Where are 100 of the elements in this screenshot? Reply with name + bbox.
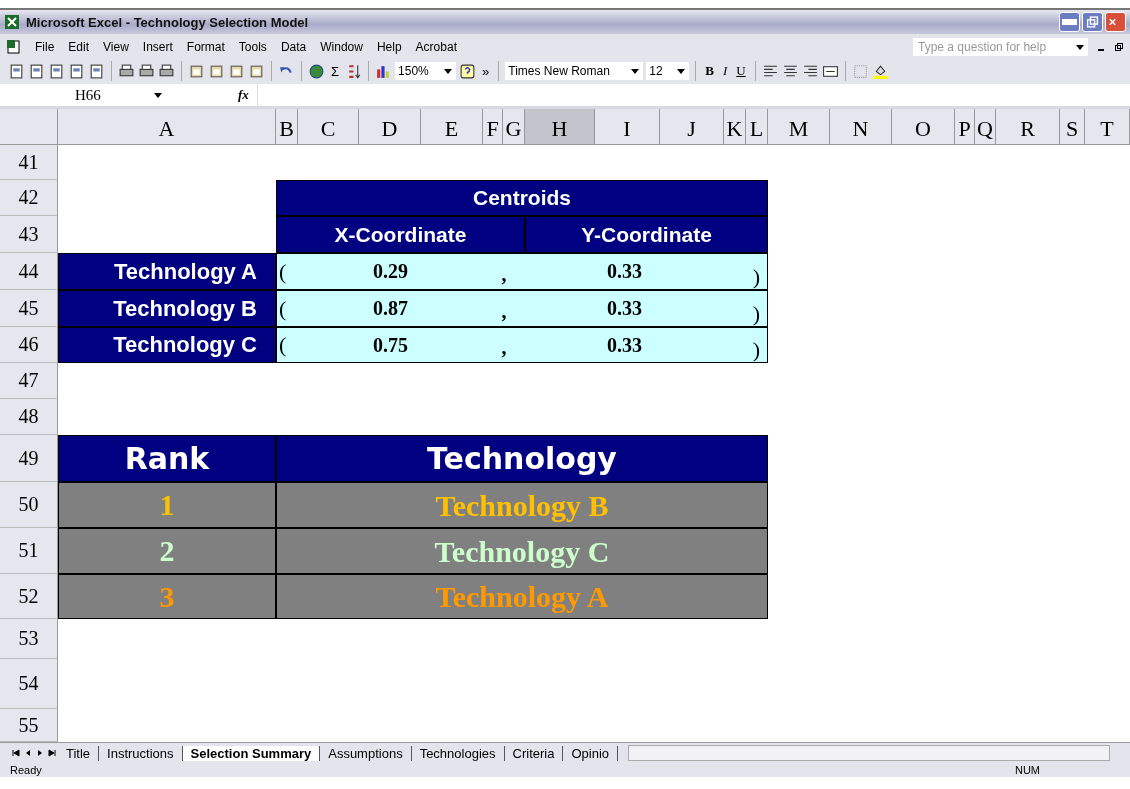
first-sheet-icon[interactable] (12, 749, 20, 757)
minimize-button[interactable] (1059, 12, 1080, 32)
table-header-cell: Rank (58, 435, 276, 482)
table-cell-text: 0.33 (606, 260, 643, 283)
column-header[interactable]: E (421, 109, 483, 145)
row-header[interactable]: 43 (0, 216, 58, 253)
table-cell: Technology A (435, 580, 609, 613)
column-header[interactable]: Q (975, 109, 996, 145)
row-header[interactable]: 44 (0, 253, 58, 290)
table-cell-text: , (500, 263, 508, 287)
row-label-cell: Technology C (58, 327, 276, 363)
table-cell-text: 0.29 (372, 260, 409, 283)
menu-item[interactable]: File (30, 40, 60, 54)
row-header[interactable]: 54 (0, 659, 58, 709)
row-header[interactable]: 55 (0, 709, 58, 742)
menu-item[interactable]: Insert (137, 40, 178, 54)
table-cell-text: , (500, 336, 508, 360)
more-buttons[interactable]: » (479, 63, 493, 79)
menu-item[interactable]: Help (371, 40, 407, 54)
table-cell: Technology B (435, 488, 609, 522)
row-header[interactable]: 41 (0, 145, 58, 180)
row-header[interactable]: 51 (0, 528, 58, 574)
last-sheet-icon[interactable] (48, 749, 56, 757)
menu-item[interactable]: Format (181, 40, 230, 54)
table-cell-text: 0.33 (606, 333, 643, 357)
table-header-cell: Centroids (276, 180, 768, 216)
restore-button[interactable] (1082, 12, 1103, 32)
column-header[interactable]: B (276, 109, 298, 145)
table-cell-text: ) (752, 301, 761, 327)
table-cell-text: 0.75 (372, 333, 409, 357)
horizontal-scrollbar[interactable] (628, 745, 1110, 761)
zoom-dropdown[interactable]: 150% (395, 62, 457, 80)
status-text: Ready (10, 764, 42, 776)
column-header[interactable]: S (1060, 109, 1085, 145)
autosum-button[interactable]: Σ (328, 63, 343, 79)
row-header[interactable]: 50 (0, 482, 58, 528)
next-sheet-icon[interactable] (36, 749, 44, 757)
column-header[interactable]: C (298, 109, 359, 145)
column-header[interactable]: P (955, 109, 975, 145)
column-header[interactable]: T (1085, 109, 1130, 145)
close-button[interactable] (1105, 12, 1126, 32)
table-cell: 3 (58, 574, 276, 619)
menu-item[interactable]: Tools (233, 40, 272, 54)
previous-sheet-icon[interactable] (24, 749, 32, 757)
column-header[interactable]: O (892, 109, 955, 145)
fill-color-icon[interactable] (871, 62, 889, 80)
table-cell-text: ( (278, 295, 287, 322)
table-cell-text: , (500, 300, 508, 324)
menu-item[interactable]: Edit (63, 40, 95, 54)
table-cell: 2 (58, 528, 276, 574)
row-header[interactable]: 48 (0, 399, 58, 435)
row-header[interactable]: 46 (0, 327, 58, 363)
menu-item[interactable]: Data (275, 40, 312, 54)
table-cell-text: ) (752, 264, 761, 290)
column-header[interactable]: A (58, 109, 276, 145)
window-title: Microsoft Excel - Technology Selection Model (26, 14, 309, 30)
column-header[interactable]: N (830, 109, 892, 145)
row-header[interactable]: 53 (0, 619, 58, 659)
table-cell-text: 0.87 (372, 297, 409, 320)
restore-icon[interactable] (1114, 42, 1124, 52)
column-header[interactable]: H (525, 109, 595, 145)
row-header[interactable]: 42 (0, 180, 58, 216)
row-header[interactable]: 47 (0, 363, 58, 399)
row-header[interactable]: 45 (0, 290, 58, 327)
row-label-cell: Technology A (58, 253, 276, 290)
table-cell-text: ( (278, 258, 287, 285)
caret-icon (631, 68, 640, 74)
column-header[interactable]: R (996, 109, 1060, 145)
new-document-icon[interactable] (8, 62, 25, 80)
column-header[interactable]: F (483, 109, 503, 145)
caret-icon (677, 68, 686, 74)
column-header[interactable]: K (724, 109, 746, 145)
menu-item[interactable]: View (98, 40, 134, 54)
column-header[interactable]: I (595, 109, 660, 145)
help-search-field[interactable]: Type a question for help (913, 38, 1088, 56)
column-header[interactable]: G (503, 109, 525, 145)
column-header[interactable]: J (660, 109, 724, 145)
font-size-dropdown[interactable]: 12 (646, 62, 690, 80)
sheet-tab[interactable]: Selection Summary (182, 745, 321, 761)
column-header[interactable]: D (359, 109, 421, 145)
column-header[interactable]: M (768, 109, 830, 145)
workbook-icon[interactable] (6, 39, 22, 55)
table-header-cell: Technology (276, 435, 768, 482)
help-icon[interactable] (459, 62, 477, 80)
table-cell: Technology C (434, 534, 610, 568)
italic-button[interactable]: I (719, 63, 731, 79)
menu-item[interactable]: Acrobat (410, 40, 462, 54)
table-cell-text: ) (752, 337, 761, 363)
row-header[interactable]: 49 (0, 435, 58, 482)
row-label-cell: Technology B (58, 290, 276, 327)
function-button[interactable]: fx (230, 87, 257, 103)
row-header[interactable]: 52 (0, 574, 58, 619)
table-cell: 1 (58, 482, 276, 528)
underline-button[interactable]: U (733, 63, 749, 79)
bold-button[interactable]: B (702, 63, 717, 79)
menu-item[interactable]: Window (315, 40, 368, 54)
restore-icon (1085, 15, 1100, 29)
font-dropdown[interactable]: Times New Roman (505, 62, 644, 80)
num-lock-indicator: NUM (1014, 764, 1040, 776)
column-header[interactable]: L (746, 109, 768, 145)
